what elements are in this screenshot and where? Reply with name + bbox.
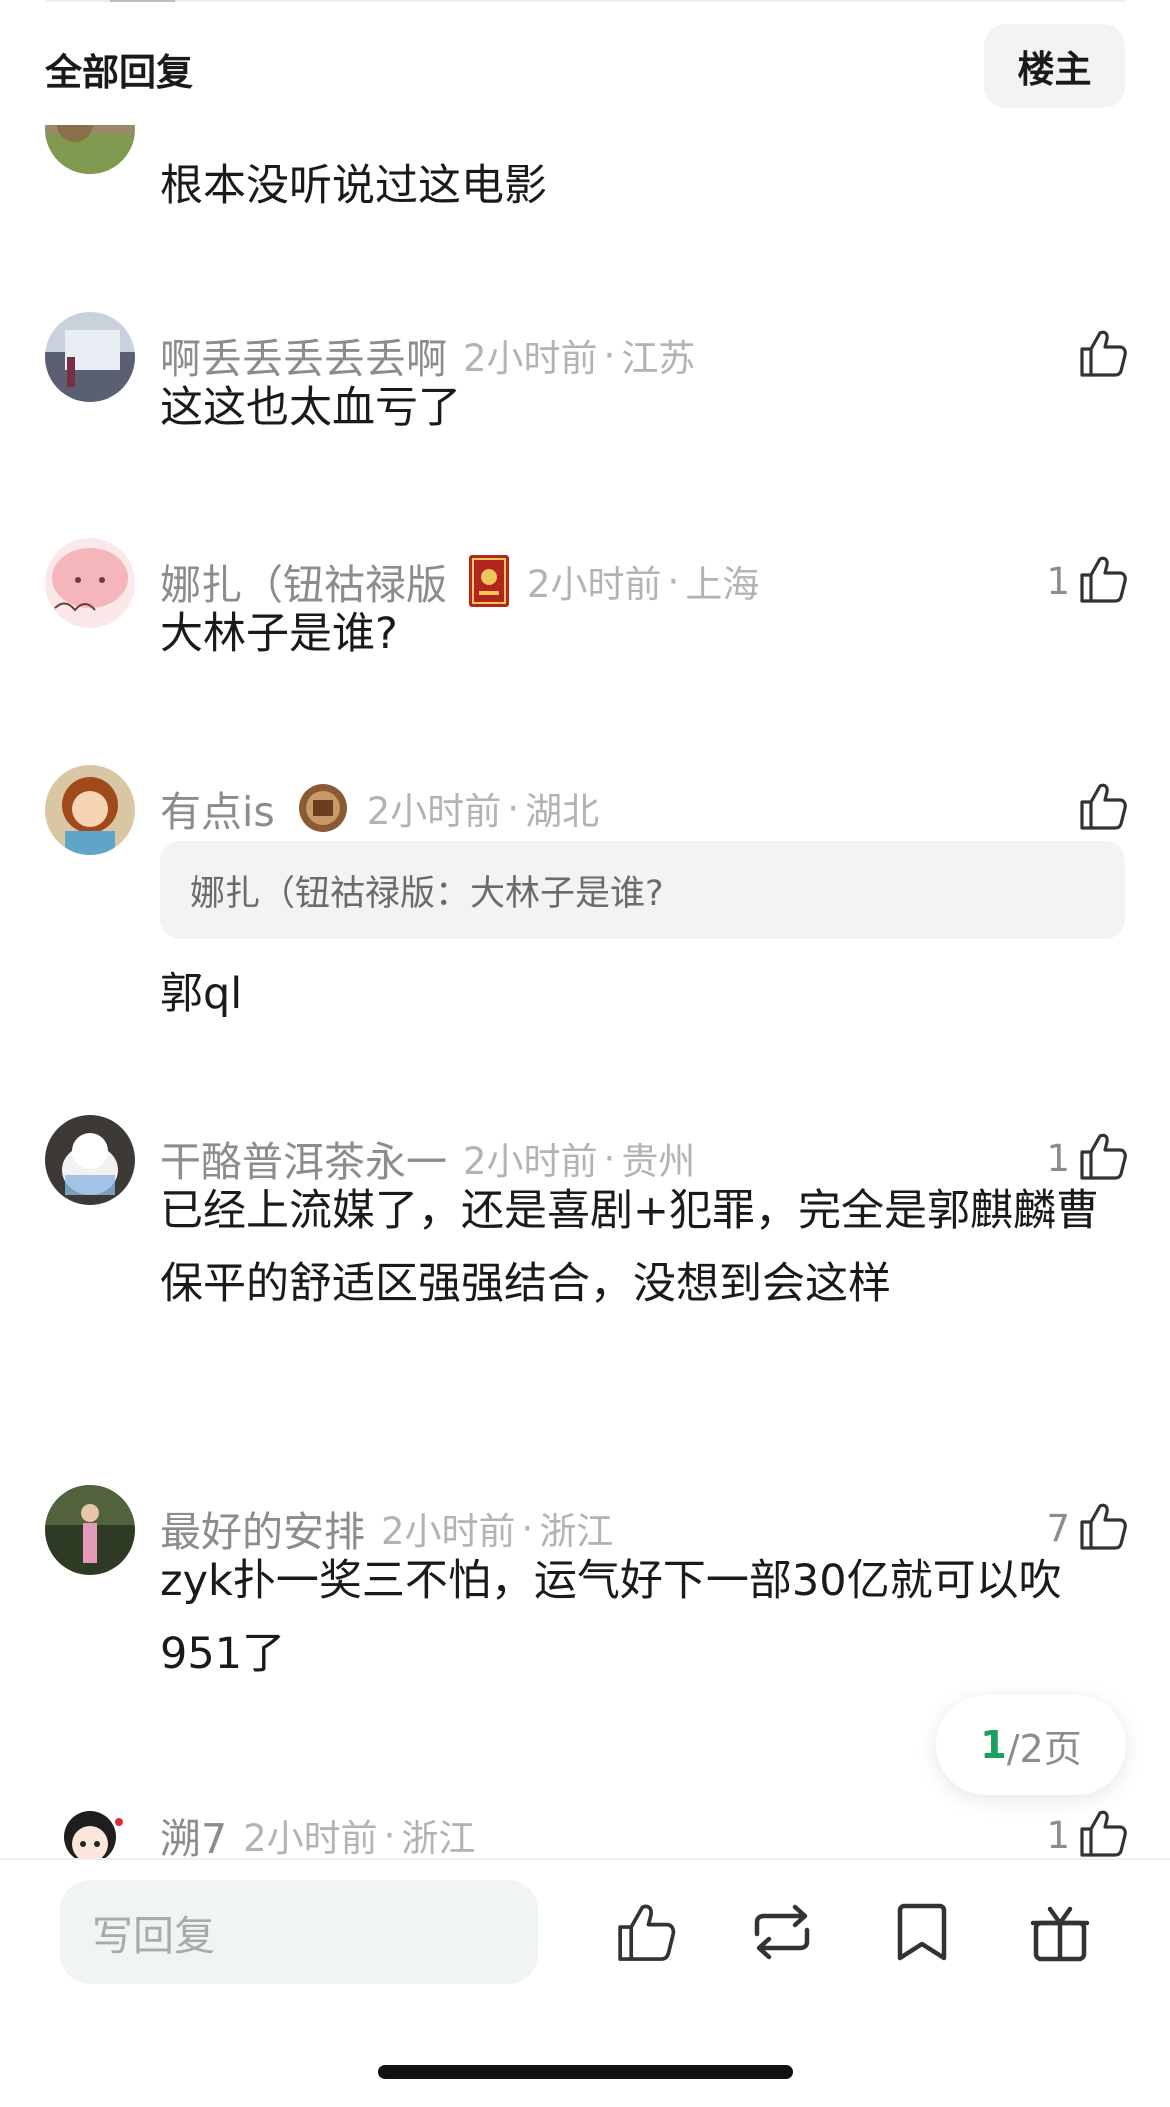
thumbs-up-icon[interactable] xyxy=(610,1896,682,1968)
like-count: 7 xyxy=(1046,1506,1070,1550)
reply-input[interactable]: 写回复 xyxy=(60,1880,538,1984)
comment-text: zyk扑一奖三不怕，运气好下一部30亿就可以吹951了 xyxy=(160,1556,1062,1679)
page-indicator[interactable]: 1/2页 xyxy=(936,1695,1126,1795)
avatar[interactable] xyxy=(45,538,135,628)
comment-text: 根本没听说过这电影 xyxy=(160,161,547,211)
comment-list[interactable]: 根本没听说过这电影 啊丢丢丢丢丢啊 2小时前 · 江苏 这这也太血亏了 娜扎（钮… xyxy=(0,0,1170,1858)
medal-icon xyxy=(295,780,351,836)
divider xyxy=(45,0,1125,2)
avatar[interactable] xyxy=(45,1485,135,1575)
comment-text: 郭ql xyxy=(160,969,243,1019)
page-title: 全部回复 xyxy=(45,51,193,94)
like-count: 1 xyxy=(1046,1136,1070,1180)
separator: · xyxy=(521,1506,534,1550)
avatar[interactable] xyxy=(45,765,135,855)
location: 浙江 xyxy=(401,1817,476,1858)
timestamp: 2小时前 xyxy=(243,1817,378,1858)
quoted-reply[interactable]: 娜扎（钮祜禄版：大林子是谁? xyxy=(160,841,1125,939)
op-filter-button[interactable]: 楼主 xyxy=(984,24,1125,108)
total-pages: /2页 xyxy=(1006,1726,1082,1771)
thumbs-up-icon xyxy=(1078,1807,1128,1858)
username[interactable]: 有点is xyxy=(160,778,275,838)
current-page: 1 xyxy=(980,1723,1007,1767)
comment-text: 大林子是谁? xyxy=(160,609,398,659)
thumbs-up-icon xyxy=(1078,780,1128,836)
gift-icon[interactable] xyxy=(1024,1896,1096,1968)
like-count: 1 xyxy=(1046,1813,1070,1857)
like-button[interactable] xyxy=(1070,780,1128,836)
like-count: 1 xyxy=(1046,559,1070,603)
home-indicator xyxy=(378,2065,793,2079)
separator: · xyxy=(507,786,520,830)
comment-meta: 有点is 2小时前 · 湖北 xyxy=(160,780,600,836)
separator: · xyxy=(667,559,680,603)
avatar[interactable] xyxy=(45,312,135,402)
repost-icon[interactable] xyxy=(746,1896,818,1968)
bookmark-icon[interactable] xyxy=(886,1896,958,1968)
username[interactable]: 溯7 xyxy=(160,1805,227,1858)
comment-meta: 溯7 2小时前 · 浙江 xyxy=(160,1809,476,1859)
separator: · xyxy=(603,1136,616,1180)
separator: · xyxy=(603,333,616,377)
bottom-action-bar: 写回复 xyxy=(0,1858,1170,2107)
comment-text: 这这也太血亏了 xyxy=(160,383,461,433)
like-button[interactable]: 1 xyxy=(1046,1807,1128,1858)
location: 湖北 xyxy=(525,790,600,833)
replies-header: 全部回复 楼主 xyxy=(0,0,1170,125)
avatar[interactable] xyxy=(45,1115,135,1205)
comment-text: 已经上流媒了，还是喜剧+犯罪，完全是郭麒麟曹保平的舒适区强强结合，没想到会这样 xyxy=(160,1186,1100,1309)
avatar[interactable] xyxy=(45,1792,135,1858)
separator: · xyxy=(383,1813,396,1857)
divider xyxy=(110,0,175,2)
timestamp: 2小时前 xyxy=(366,790,502,833)
